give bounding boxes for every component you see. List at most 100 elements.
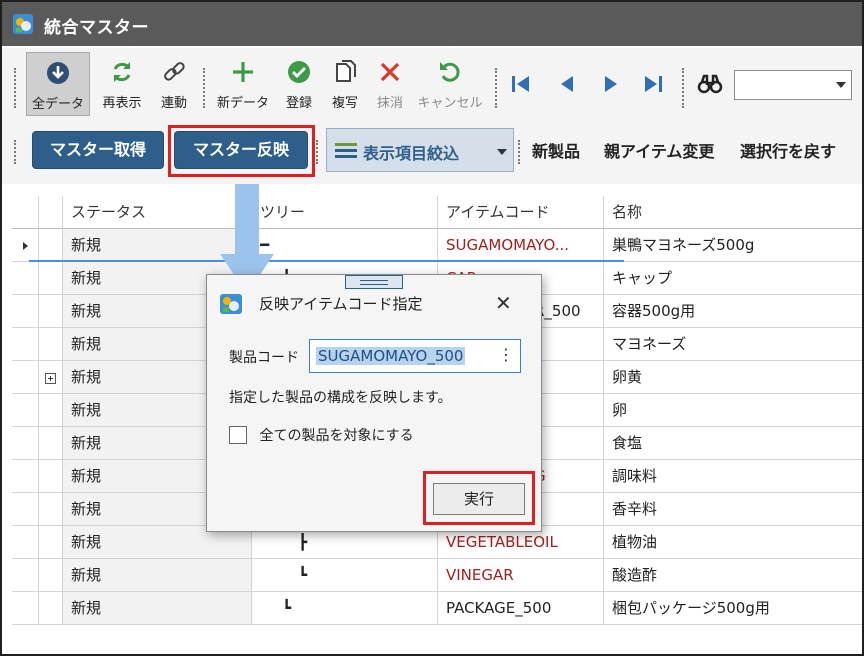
expand-plus-icon[interactable] <box>45 373 56 384</box>
all-products-checkbox-label[interactable]: 全ての製品を対象にする <box>259 428 413 444</box>
current-row-underline <box>29 260 624 262</box>
revert-row-button[interactable]: 選択行を戻す <box>740 138 836 162</box>
status-cell[interactable]: 新規 <box>63 559 252 592</box>
header-expander <box>39 196 63 229</box>
chevron-down-icon <box>497 149 507 155</box>
chevron-down-icon[interactable] <box>836 82 846 88</box>
name-cell[interactable]: 香辛料 <box>604 493 862 526</box>
row-selector[interactable] <box>12 394 39 427</box>
highlight-execute <box>423 471 535 525</box>
app-logo-icon <box>220 294 242 314</box>
row-selector[interactable] <box>12 262 39 295</box>
binoculars-icon[interactable] <box>696 70 724 98</box>
name-cell[interactable]: 巣鴨マヨネーズ500g <box>604 229 862 262</box>
link-button[interactable]: 連動 <box>152 52 196 116</box>
product-code-value[interactable]: SUGAMOMAYO_500 <box>316 347 466 365</box>
header-name[interactable]: 名称 <box>604 196 862 229</box>
last-record-icon[interactable] <box>639 70 667 98</box>
download-circle-icon <box>47 62 69 84</box>
cancel-button[interactable]: キャンセル <box>414 52 486 116</box>
name-cell[interactable]: 食塩 <box>604 427 862 460</box>
new-product-button[interactable]: 新製品 <box>532 138 580 162</box>
header-item-code[interactable]: アイテムコード <box>438 196 604 229</box>
row-expander[interactable] <box>39 361 63 394</box>
item-code-cell[interactable]: VINEGAR <box>438 559 604 592</box>
row-selector[interactable] <box>12 526 39 559</box>
new-data-button[interactable]: 新データ <box>212 52 274 116</box>
tree-cell[interactable]: ┗ <box>252 592 438 625</box>
row-selector[interactable] <box>12 493 39 526</box>
title-bar: 統合マスター <box>2 2 862 46</box>
previous-record-icon[interactable] <box>553 70 581 98</box>
filter-columns-dropdown[interactable]: 表示項目絞込 <box>326 128 514 172</box>
name-cell[interactable]: 酸造酢 <box>604 559 862 592</box>
next-record-icon[interactable] <box>597 70 625 98</box>
all-products-checkbox-row[interactable]: 全ての製品を対象にする <box>229 425 414 445</box>
name-cell[interactable]: マヨネーズ <box>604 328 862 361</box>
toolbar-grip[interactable] <box>495 68 499 108</box>
table-row[interactable]: 新規 ┗ PACKAGE_500 梱包パッケージ500g用 <box>12 592 862 625</box>
row-selector[interactable] <box>12 295 39 328</box>
current-row-icon <box>22 242 28 250</box>
all-products-checkbox[interactable] <box>229 426 247 444</box>
check-circle-icon <box>288 61 310 83</box>
grid-header: ステータス ツリー アイテムコード 名称 <box>12 196 862 229</box>
product-code-label: 製品コード <box>229 350 299 366</box>
product-code-field[interactable]: SUGAMOMAYO_500 ⋮ <box>309 339 521 373</box>
tree-cell[interactable]: ┗ <box>252 559 438 592</box>
table-row[interactable]: 新規 ┗ VINEGAR 酸造酢 <box>12 559 862 592</box>
master-get-button[interactable]: マスター取得 <box>32 131 164 169</box>
copy-icon <box>336 60 356 82</box>
change-parent-button[interactable]: 親アイテム変更 <box>604 138 714 162</box>
table-row[interactable]: 新規 ━ SUGAMOMAYO... 巣鴨マヨネーズ500g <box>12 229 862 262</box>
toolbar-grip[interactable] <box>14 140 18 164</box>
highlight-master-reflect <box>168 125 315 177</box>
dialog-drag-handle[interactable] <box>345 275 403 289</box>
name-cell[interactable]: 植物油 <box>604 526 862 559</box>
header-tree[interactable]: ツリー <box>252 196 438 229</box>
main-toolbar: 全データ 再表示 連動 新データ 登録 複写 抹消 キャンセル <box>2 48 862 122</box>
status-cell[interactable]: 新規 <box>63 592 252 625</box>
reflect-item-code-dialog: 反映アイテムコード指定 ✕ 製品コード SUGAMOMAYO_500 ⋮ 指定し… <box>206 274 542 532</box>
toolbar-grip[interactable] <box>518 140 522 164</box>
toolbar-grip[interactable] <box>682 68 686 108</box>
app-window: 統合マスター 全データ 再表示 連動 新データ 登録 複写 抹消 キャンセル マ… <box>0 0 864 656</box>
name-cell[interactable]: 卵 <box>604 394 862 427</box>
tree-cell[interactable]: ━ <box>252 229 438 262</box>
dialog-description: 指定した製品の構成を反映します。 <box>229 390 452 406</box>
action-toolbar: マスター取得 マスター反映 表示項目絞込 新製品 親アイテム変更 選択行を戻す <box>2 122 862 184</box>
item-code-cell[interactable]: SUGAMOMAYO... <box>438 229 604 262</box>
row-selector[interactable] <box>12 328 39 361</box>
link-icon <box>164 62 185 81</box>
name-cell[interactable]: 調味料 <box>604 460 862 493</box>
register-button[interactable]: 登録 <box>278 52 320 116</box>
search-combo[interactable] <box>734 70 852 100</box>
toolbar-grip[interactable] <box>14 68 18 108</box>
row-selector[interactable] <box>12 361 39 394</box>
row-selector[interactable] <box>12 427 39 460</box>
more-vertical-icon[interactable]: ⋮ <box>498 345 514 364</box>
first-record-icon[interactable] <box>507 70 535 98</box>
row-selector[interactable] <box>12 460 39 493</box>
close-icon[interactable]: ✕ <box>495 291 512 315</box>
row-selector[interactable] <box>12 592 39 625</box>
name-cell[interactable]: 梱包パッケージ500g用 <box>604 592 862 625</box>
toolbar-grip[interactable] <box>203 68 207 108</box>
delete-button[interactable]: 抹消 <box>370 52 410 116</box>
all-data-button[interactable]: 全データ <box>26 52 90 116</box>
copy-button[interactable]: 複写 <box>324 52 366 116</box>
name-cell[interactable]: キャップ <box>604 262 862 295</box>
plus-icon <box>233 62 253 82</box>
name-cell[interactable]: 容器500g用 <box>604 295 862 328</box>
dialog-title: 反映アイテムコード指定 <box>259 295 423 313</box>
toolbar-grip[interactable] <box>316 140 320 164</box>
row-selector[interactable] <box>12 559 39 592</box>
header-indicator <box>12 196 39 229</box>
refresh-icon <box>113 62 131 82</box>
name-cell[interactable]: 卵黄 <box>604 361 862 394</box>
item-code-cell[interactable]: PACKAGE_500 <box>438 592 604 625</box>
list-lines-icon <box>335 143 357 158</box>
row-selector[interactable] <box>12 229 39 262</box>
refresh-button[interactable]: 再表示 <box>94 52 150 116</box>
app-logo-icon <box>13 14 33 34</box>
